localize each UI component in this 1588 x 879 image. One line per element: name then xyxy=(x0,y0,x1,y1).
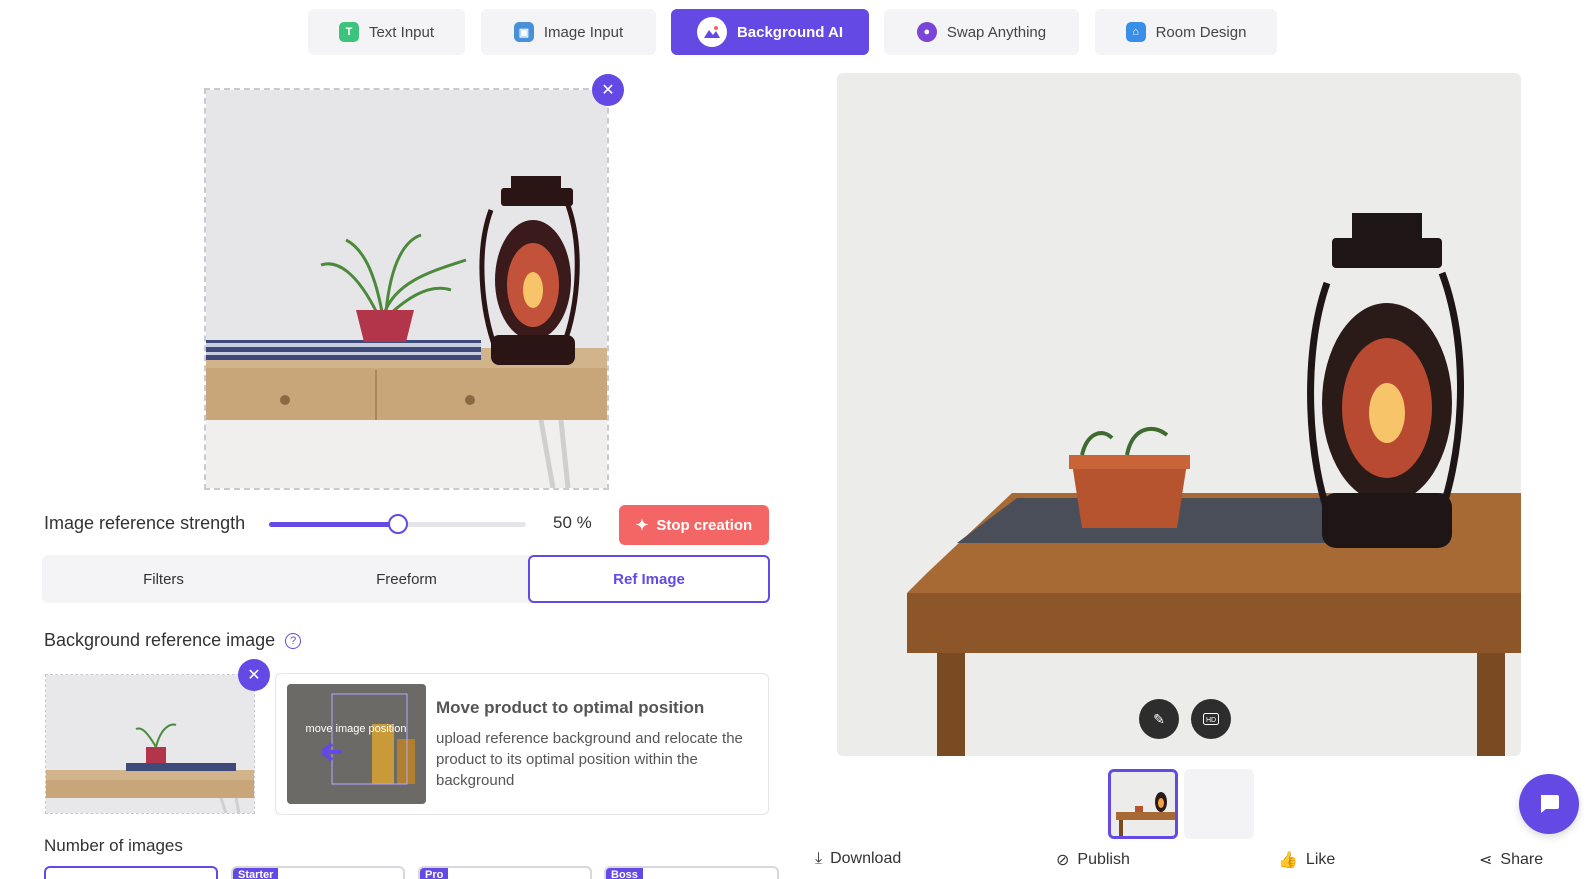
tab-label: Text Input xyxy=(368,23,435,41)
share-button[interactable]: ⋖ Share xyxy=(1479,850,1543,870)
tab-label: Swap Anything xyxy=(946,23,1047,41)
mode-tab-bar: T Text Input ▣ Image Input Background AI… xyxy=(0,9,1588,55)
tab-ref-image[interactable]: Ref Image xyxy=(528,555,770,603)
result-thumbnail-1[interactable] xyxy=(1108,769,1178,839)
num-option-1[interactable] xyxy=(44,866,218,879)
tip-image-caption: move image position xyxy=(306,723,407,735)
sparkle-icon: ✦ xyxy=(635,517,649,534)
reference-strength-slider[interactable] xyxy=(269,514,526,534)
background-ai-icon xyxy=(696,17,727,47)
download-button[interactable]: ⤓ Download xyxy=(815,850,901,868)
reference-strength-label: Image reference strength xyxy=(44,513,246,533)
svg-text:HD: HD xyxy=(1206,717,1216,724)
result-thumbnails xyxy=(1108,769,1254,839)
starter-badge: Starter xyxy=(233,868,279,879)
num-option-2[interactable]: Starter xyxy=(231,866,405,879)
tab-filters[interactable]: Filters xyxy=(42,555,285,603)
download-icon: ⤓ xyxy=(815,850,823,867)
uploaded-product-image[interactable] xyxy=(204,88,609,490)
share-icon: ⋖ xyxy=(1479,852,1493,869)
tab-freeform[interactable]: Freeform xyxy=(285,555,528,603)
hd-icon[interactable]: HD xyxy=(1191,699,1231,739)
result-image[interactable] xyxy=(837,73,1521,756)
publish-label: Publish xyxy=(1077,851,1130,868)
help-icon[interactable]: ? xyxy=(285,632,302,649)
text-input-icon: T xyxy=(338,22,359,42)
thumbs-up-icon: 👍 xyxy=(1278,852,1298,869)
number-of-images-label: Number of images xyxy=(44,836,183,855)
tip-illustration: move image position xyxy=(287,684,426,804)
image-input-icon: ▣ xyxy=(513,22,534,42)
tab-background-ai[interactable]: Background AI xyxy=(671,9,869,55)
result-thumbnail-2[interactable] xyxy=(1184,769,1254,839)
bg-reference-thumbnail[interactable] xyxy=(45,674,255,814)
like-label: Like xyxy=(1305,851,1336,868)
swap-anything-icon: ● xyxy=(916,22,937,42)
slider-fill xyxy=(269,522,398,527)
tab-text-input[interactable]: T Text Input xyxy=(308,9,465,55)
tab-label: Background AI xyxy=(736,23,844,41)
pro-badge: Pro xyxy=(420,868,449,879)
mode-tabs: Filters Freeform Ref Image xyxy=(42,555,770,603)
num-option-3[interactable]: Pro xyxy=(418,866,592,879)
stop-creation-label: Stop creation xyxy=(656,516,753,534)
result-tools: ✎ HD xyxy=(1139,699,1231,739)
tab-label: Room Design xyxy=(1155,23,1247,41)
room-design-icon: ⌂ xyxy=(1125,22,1146,42)
bg-reference-label: Background reference image ? xyxy=(44,630,302,651)
num-option-4[interactable]: Boss xyxy=(604,866,779,879)
tip-card: move image position Move product to opti… xyxy=(275,673,769,815)
download-label: Download xyxy=(830,850,902,867)
remove-image-button[interactable]: ✕ xyxy=(592,74,624,106)
tab-swap-anything[interactable]: ● Swap Anything xyxy=(884,9,1079,55)
publish-icon: ⊘ xyxy=(1056,852,1070,869)
slider-value: 50 % xyxy=(553,513,592,532)
chat-button[interactable] xyxy=(1519,774,1579,834)
tip-title: Move product to optimal position xyxy=(436,698,705,717)
stop-creation-button[interactable]: ✦ Stop creation xyxy=(619,505,769,545)
tip-description: upload reference background and relocate… xyxy=(436,730,743,789)
remove-reference-button[interactable]: ✕ xyxy=(238,659,270,691)
like-button[interactable]: 👍 Like xyxy=(1278,850,1335,870)
tab-image-input[interactable]: ▣ Image Input xyxy=(481,9,656,55)
tab-label: Image Input xyxy=(543,23,624,41)
chat-icon xyxy=(1541,795,1559,813)
publish-button[interactable]: ⊘ Publish xyxy=(1056,850,1130,870)
bg-reference-label-text: Background reference image xyxy=(44,630,276,650)
tab-room-design[interactable]: ⌂ Room Design xyxy=(1095,9,1277,55)
share-label: Share xyxy=(1500,851,1544,868)
boss-badge: Boss xyxy=(606,868,643,879)
edit-icon[interactable]: ✎ xyxy=(1139,699,1179,739)
slider-thumb[interactable] xyxy=(387,514,408,534)
